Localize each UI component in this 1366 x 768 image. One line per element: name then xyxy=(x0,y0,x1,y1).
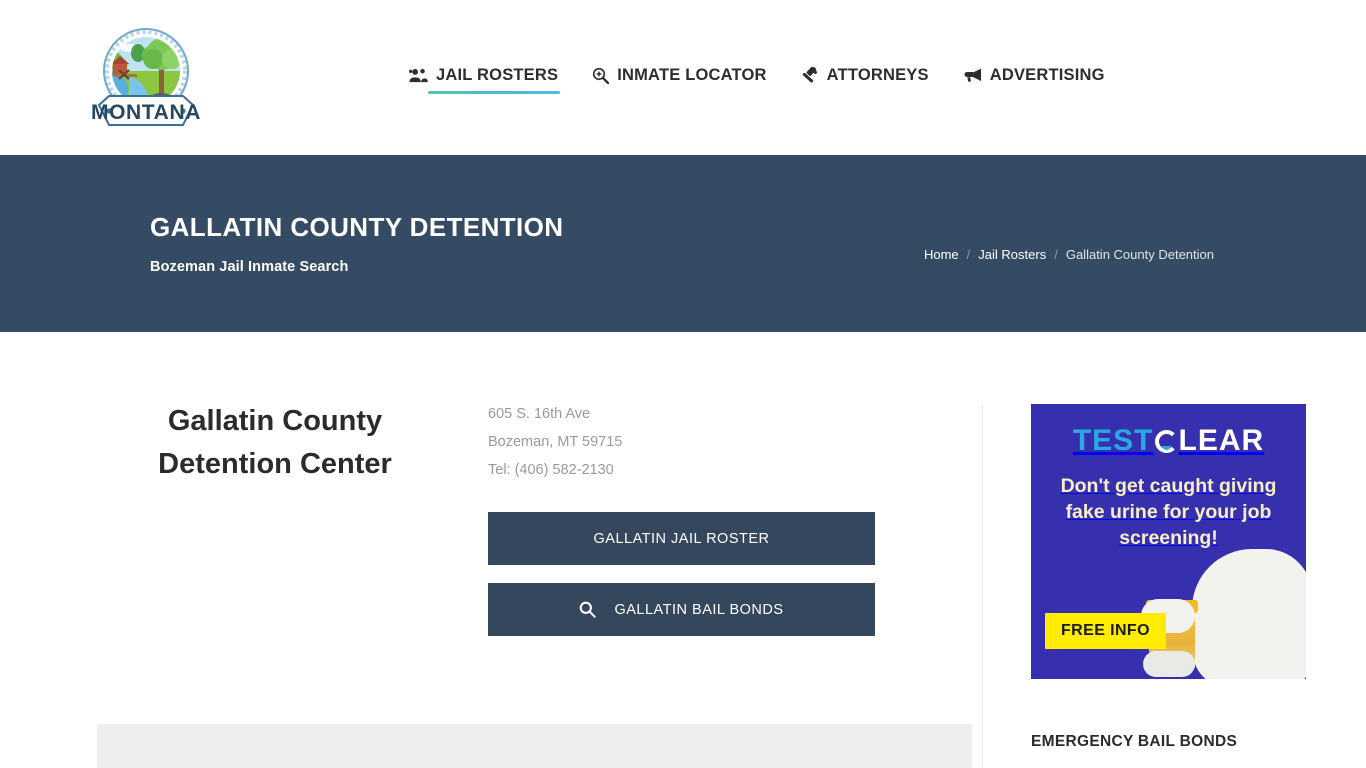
breadcrumb-item-current: Gallatin County Detention xyxy=(1065,247,1214,262)
facility-block: Gallatin County Detention Center 605 S. … xyxy=(80,400,982,636)
gloved-hand-graphic xyxy=(1192,549,1306,679)
site-header: MONTANA JAIL ROSTERS INMATE LOCATOR ATTO… xyxy=(0,0,1366,155)
logo-wordmark: MONTANA xyxy=(91,101,201,124)
breadcrumb-separator: / xyxy=(966,247,971,262)
hand-finger-graphic xyxy=(1143,651,1195,677)
banner-titles: GALLATIN COUNTY DETENTION Bozeman Jail I… xyxy=(80,212,563,274)
page-subtitle: Bozeman Jail Inmate Search xyxy=(150,258,349,275)
nav-label: JAIL ROSTERS xyxy=(436,65,559,84)
breadcrumb-item-jail-rosters[interactable]: Jail Rosters xyxy=(978,247,1046,262)
montana-logo-icon: MONTANA xyxy=(91,27,201,126)
page-title: GALLATIN COUNTY DETENTION xyxy=(150,212,564,243)
nav-label: ADVERTISING xyxy=(989,65,1105,84)
bullhorn-icon xyxy=(963,67,982,83)
nav-item-attorneys[interactable]: ATTORNEYS xyxy=(799,62,931,94)
facility-details: 605 S. 16th Ave Bozeman, MT 59715 Tel: (… xyxy=(470,400,982,636)
nav-label: ATTORNEYS xyxy=(826,65,929,84)
gallatin-jail-roster-button[interactable]: GALLATIN JAIL ROSTER xyxy=(488,512,875,565)
button-label: GALLATIN JAIL ROSTER xyxy=(593,530,770,547)
page-banner: GALLATIN COUNTY DETENTION Bozeman Jail I… xyxy=(0,155,1366,332)
breadcrumb-separator: / xyxy=(1054,247,1058,262)
content-placeholder-panel xyxy=(97,724,972,768)
testclear-advertisement[interactable]: TEST LEAR Don't get caught giving fake ur… xyxy=(1031,404,1306,679)
facility-phone: Tel: (406) 582-2130 xyxy=(488,462,614,478)
nav-item-jail-rosters[interactable]: JAIL ROSTERS xyxy=(407,62,561,94)
page-content: Gallatin County Detention Center 605 S. … xyxy=(68,332,1306,768)
ad-brand-logo: TEST LEAR xyxy=(1031,404,1306,456)
nav-item-inmate-locator[interactable]: INMATE LOCATOR xyxy=(590,62,768,94)
search-icon xyxy=(579,601,597,618)
users-icon xyxy=(409,68,428,83)
ad-headline: Don't get caught giving fake urine for y… xyxy=(1060,475,1277,549)
gavel-icon xyxy=(801,66,819,84)
breadcrumb: Home / Jail Rosters / Gallatin County De… xyxy=(924,247,1286,262)
ad-brand-part1: TEST xyxy=(1072,424,1154,457)
address-street: 605 S. 16th Ave xyxy=(488,406,591,422)
breadcrumb-item-home[interactable]: Home xyxy=(924,247,959,262)
main-column: Gallatin County Detention Center 605 S. … xyxy=(80,332,982,768)
ad-brand-part2: LEAR xyxy=(1178,424,1265,457)
main-navigation: JAIL ROSTERS INMATE LOCATOR ATTORNEYS AD… xyxy=(407,62,1107,94)
sidebar-heading-emergency-bail-bonds: EMERGENCY BAIL BONDS xyxy=(1031,733,1238,750)
nav-item-advertising[interactable]: ADVERTISING xyxy=(961,62,1107,94)
sidebar: TEST LEAR Don't get caught giving fake ur… xyxy=(983,332,1306,768)
facility-name: Gallatin County Detention Center xyxy=(158,405,392,480)
gallatin-bail-bonds-button[interactable]: GALLATIN BAIL BONDS xyxy=(488,583,875,636)
ad-cta-button[interactable]: FREE INFO xyxy=(1045,613,1166,649)
site-logo[interactable]: MONTANA xyxy=(85,26,207,130)
nav-label: INMATE LOCATOR xyxy=(617,65,767,84)
ad-brand-ring-icon xyxy=(1154,430,1178,453)
address-city-state-zip: Bozeman, MT 59715 xyxy=(488,434,623,450)
button-label: GALLATIN BAIL BONDS xyxy=(614,601,784,618)
search-plus-icon xyxy=(592,67,610,84)
